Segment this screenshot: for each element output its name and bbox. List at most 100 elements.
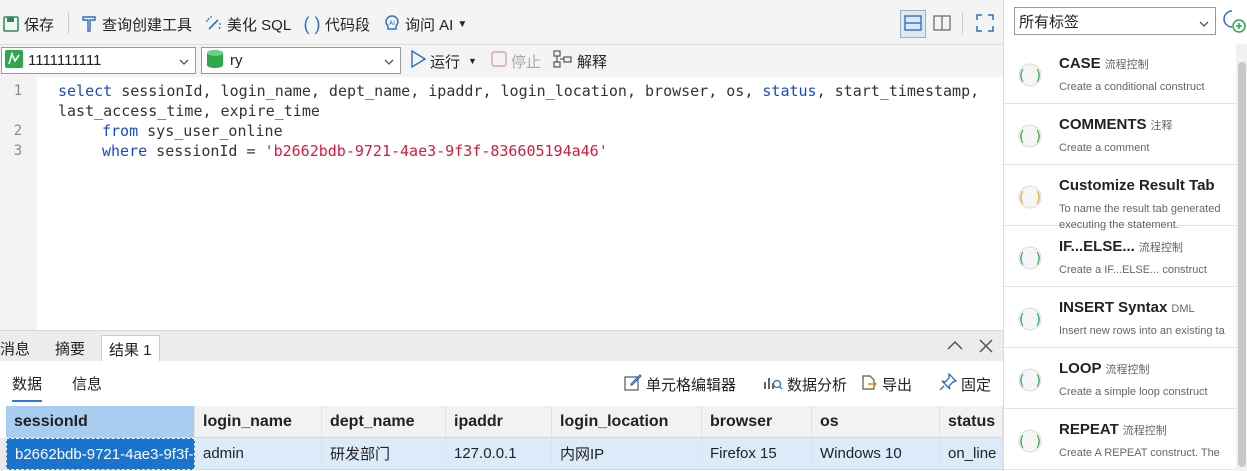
result-tabbar: 消息 摘要 结果 1: [0, 330, 1003, 362]
snippet-description: Create a conditional construct: [1059, 81, 1205, 93]
column-header[interactable]: sessionId: [6, 406, 195, 438]
table-cell[interactable]: Firefox 15: [702, 438, 812, 470]
tab-result-1[interactable]: 结果 1: [101, 335, 160, 362]
query-builder-icon: [80, 15, 98, 33]
snippet-button[interactable]: ( ) 代码段: [303, 11, 371, 37]
sql-text: sys_user_online: [138, 122, 283, 140]
table-cell[interactable]: Windows 10: [812, 438, 940, 470]
column-header[interactable]: status: [940, 406, 1003, 438]
sql-keyword: from: [102, 122, 139, 140]
collapse-panel-icon[interactable]: [946, 337, 964, 358]
pin-label: 固定: [961, 376, 992, 394]
sql-keyword: select: [58, 82, 113, 100]
sql-string: 'b2662bdb-9721-4ae3-9f3f-836605194a46': [264, 142, 608, 160]
result-grid: sessionId login_name dept_name ipaddr lo…: [0, 406, 1003, 471]
stop-icon: [491, 51, 507, 71]
chevron-down-icon: [384, 54, 394, 65]
save-label: 保存: [24, 16, 55, 34]
snippet-description: Create a simple loop construct: [1059, 386, 1208, 398]
snippet-title-text: IF...ELSE...: [1059, 238, 1135, 255]
connection-icon: [4, 49, 24, 73]
sql-text: , start_timestamp,: [816, 82, 980, 100]
code-brackets-icon: ( ): [303, 13, 321, 34]
data-analysis-label: 数据分析: [787, 376, 848, 394]
snippet-title: REPEAT 流程控制: [1059, 421, 1167, 438]
explain-button[interactable]: 解释: [553, 48, 607, 74]
run-button[interactable]: 运行 ▼: [410, 48, 477, 74]
magic-wand-icon: [205, 15, 223, 33]
column-header[interactable]: ipaddr: [446, 406, 552, 438]
line-number: 2: [13, 123, 23, 139]
column-header[interactable]: login_location: [552, 406, 702, 438]
cell-editor-button[interactable]: 单元格编辑器: [624, 373, 736, 395]
data-analysis-button[interactable]: 数据分析: [763, 373, 847, 395]
split-vertical-button[interactable]: [929, 10, 955, 38]
sql-editor[interactable]: 1 2 3 select sessionId, login_name, dept…: [0, 77, 1003, 330]
beautify-sql-button[interactable]: 美化 SQL: [205, 11, 291, 37]
query-builder-button[interactable]: 查询创建工具: [80, 11, 192, 37]
fullscreen-button[interactable]: [972, 10, 998, 38]
stop-button[interactable]: 停止: [491, 48, 541, 74]
table-cell[interactable]: 研发部门: [322, 438, 446, 470]
snippet-item[interactable]: ( ) LOOP 流程控制 Create a simple loop construc…: [1004, 348, 1236, 409]
tab-summary[interactable]: 摘要: [48, 335, 92, 362]
table-cell[interactable]: on_line: [940, 438, 1003, 470]
snippet-description: Insert new rows into an existing ta: [1059, 325, 1225, 337]
edit-icon: [624, 373, 642, 395]
snippet-code-icon: ( ): [1017, 429, 1043, 453]
column-header[interactable]: os: [812, 406, 940, 438]
tab-messages[interactable]: 消息: [0, 335, 37, 362]
table-cell[interactable]: 内网IP: [552, 438, 702, 470]
export-button[interactable]: 导出: [860, 373, 912, 395]
explain-icon: [553, 50, 573, 72]
snippet-code-icon: ( ): [1017, 63, 1043, 87]
ask-ai-button[interactable]: AI 询问 AI ▼: [383, 11, 467, 37]
table-cell[interactable]: 127.0.0.1: [446, 438, 552, 470]
save-button[interactable]: 保存: [2, 11, 54, 37]
svg-text:( ): ( ): [1018, 190, 1042, 206]
add-snippet-button[interactable]: [1220, 8, 1246, 37]
table-cell[interactable]: admin: [195, 438, 322, 470]
snippet-item[interactable]: ( ) INSERT Syntax DML Insert new rows into …: [1004, 287, 1236, 348]
add-snippet-icon: [1220, 10, 1246, 37]
svg-text:( ): ( ): [1018, 129, 1042, 145]
snippet-code-icon: ( ): [1017, 307, 1043, 331]
snippet-code-icon: ( ): [1017, 185, 1043, 209]
main-toolbar: 保存 查询创建工具 美化 SQL ( ) 代码段 AI 询问 AI ▼: [0, 0, 1003, 45]
sql-text: last_access_time, expire_time: [58, 102, 320, 120]
database-select[interactable]: ry: [201, 47, 401, 74]
svg-text:( ): ( ): [1018, 312, 1042, 328]
connection-select[interactable]: 1111111111: [1, 47, 196, 74]
column-header[interactable]: login_name: [195, 406, 322, 438]
snippet-title-text: CASE: [1059, 55, 1101, 72]
table-cell[interactable]: b2662bdb-9721-4ae3-9f3f-836605194a46: [6, 438, 195, 470]
column-header[interactable]: dept_name: [322, 406, 446, 438]
pin-button[interactable]: 固定: [939, 372, 992, 395]
close-icon[interactable]: [977, 337, 995, 358]
play-icon: [410, 49, 427, 72]
snippet-item[interactable]: ( ) IF...ELSE... 流程控制 Create a IF...ELSE...…: [1004, 226, 1236, 287]
snippet-tag: 注释: [1150, 120, 1173, 132]
snippet-tag: 流程控制: [1138, 242, 1183, 254]
snippet-item[interactable]: ( ) Customize Result Tab To name the resul…: [1004, 165, 1236, 231]
snippet-item[interactable]: ( ) COMMENTS 注释 Create a comment: [1004, 104, 1236, 165]
sql-text: sessionId, login_name, dept_name, ipaddr…: [112, 82, 763, 100]
subtab-info[interactable]: 信息: [72, 373, 102, 394]
database-icon: [206, 49, 224, 73]
snippet-item[interactable]: ( ) CASE 流程控制 Create a conditional construc…: [1004, 43, 1236, 104]
pin-icon: [939, 372, 958, 395]
snippet-item[interactable]: ( ) REPEAT 流程控制 Create A REPEAT construct. …: [1004, 409, 1236, 470]
scrollbar-thumb[interactable]: [1238, 62, 1246, 467]
snippet-description: Create a IF...ELSE... construct: [1059, 264, 1207, 276]
split-horizontal-button[interactable]: [900, 10, 926, 38]
tag-filter-select[interactable]: 所有标签: [1014, 7, 1216, 35]
line-number-gutter: 1 2 3: [0, 77, 37, 330]
column-header[interactable]: browser: [702, 406, 812, 438]
analysis-icon: [763, 373, 783, 395]
code-line-2: from sys_user_online: [102, 122, 283, 140]
cell-editor-label: 单元格编辑器: [646, 376, 737, 394]
subtab-data[interactable]: 数据: [12, 373, 43, 402]
snippet-tag: DML: [1171, 303, 1195, 315]
snippet-title-text: REPEAT: [1059, 421, 1119, 438]
svg-text:( ): ( ): [1018, 68, 1042, 84]
